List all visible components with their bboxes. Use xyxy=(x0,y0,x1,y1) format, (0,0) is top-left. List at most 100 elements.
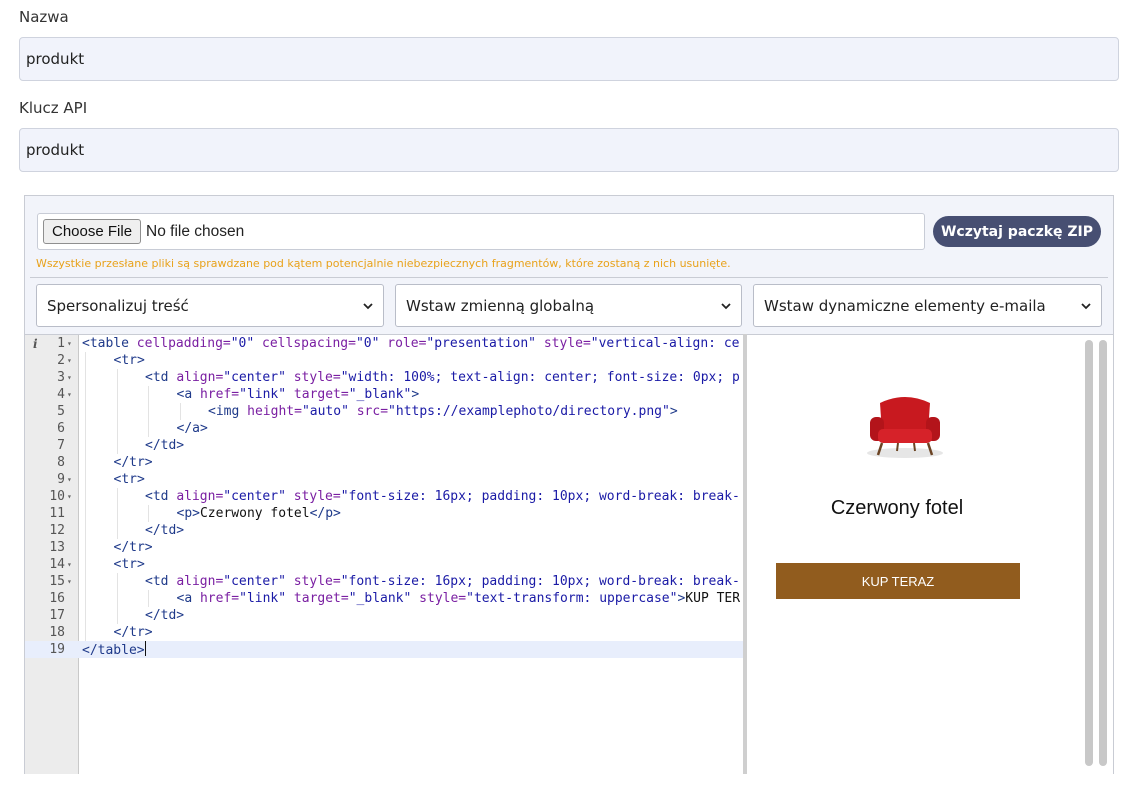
indent-guide xyxy=(85,607,86,624)
line-number: 18 xyxy=(49,625,65,640)
indent-guide xyxy=(85,556,86,573)
indent-guide xyxy=(85,471,86,488)
fold-arrow-icon[interactable]: ▾ xyxy=(67,556,77,573)
indent-guide xyxy=(116,607,118,624)
line-number: 15 xyxy=(49,574,65,589)
line-number: 11 xyxy=(49,506,65,521)
line-number: 17 xyxy=(49,608,65,623)
fold-arrow-icon[interactable]: ▾ xyxy=(67,488,77,505)
code-text: </a> xyxy=(176,421,208,436)
global-variable-select-value: Wstaw zmienną globalną xyxy=(406,296,595,315)
code-text: <td align="center" style="width: 100%; t… xyxy=(145,370,740,385)
indent-guide xyxy=(116,420,118,437)
fold-arrow-icon[interactable]: ▾ xyxy=(67,471,77,488)
code-line[interactable]: 9 ▾ <tr> xyxy=(25,471,743,488)
code-text: </table> xyxy=(82,641,147,658)
indent-guide xyxy=(85,573,86,590)
code-line[interactable]: 13 </tr> xyxy=(25,539,743,556)
indent-guide xyxy=(85,369,86,386)
code-text: </td> xyxy=(145,608,185,623)
indent-guide xyxy=(148,505,149,522)
preview-scrollbar[interactable] xyxy=(1085,340,1093,766)
indent-guide xyxy=(85,386,86,403)
code-line[interactable]: 6 </a> xyxy=(25,420,743,437)
fold-arrow-icon[interactable]: ▾ xyxy=(67,386,77,403)
indent-guide xyxy=(116,488,118,505)
indent-guide xyxy=(148,386,149,403)
api-key-label: Klucz API xyxy=(19,99,88,117)
fold-arrow-icon[interactable]: ▾ xyxy=(67,573,77,590)
indent-guide xyxy=(85,437,86,454)
file-input[interactable]: Choose File No file chosen xyxy=(37,213,925,250)
divider xyxy=(30,277,1108,278)
load-zip-button[interactable]: Wczytaj paczkę ZIP xyxy=(933,216,1101,247)
code-text: <p>Czerwony fotel</p> xyxy=(176,506,341,521)
code-line[interactable]: 5 <img height="auto" src="https://example… xyxy=(25,403,743,420)
indent-guide xyxy=(148,403,149,420)
line-number: 3 xyxy=(57,370,65,385)
chevron-down-icon xyxy=(363,302,373,309)
indent-guide xyxy=(85,505,86,522)
indent-guide xyxy=(85,420,86,437)
code-text: </td> xyxy=(145,438,185,453)
code-line[interactable]: 11 <p>Czerwony fotel</p> xyxy=(25,505,743,522)
dynamic-elements-select-value: Wstaw dynamiczne elementy e-maila xyxy=(764,296,1046,315)
email-preview: Czerwony fotel KUP TERAZ xyxy=(747,334,1113,774)
code-line[interactable]: 19 </table> xyxy=(25,641,743,658)
indent-guide xyxy=(85,403,86,420)
line-number: 14 xyxy=(49,557,65,572)
line-number: 10 xyxy=(49,489,65,504)
code-line[interactable]: 1 ▾ <table cellpadding="0" cellspacing="0"… xyxy=(25,335,743,352)
chevron-down-icon xyxy=(1081,302,1091,309)
indent-guide xyxy=(116,369,118,386)
no-file-text: No file chosen xyxy=(146,222,245,240)
code-text: </tr> xyxy=(113,625,153,640)
indent-guide xyxy=(116,522,118,539)
personalize-select[interactable]: Spersonalizuj treść xyxy=(36,284,384,327)
name-input[interactable]: produkt xyxy=(19,37,1119,81)
code-line[interactable]: 2 ▾ <tr> xyxy=(25,352,743,369)
code-line[interactable]: 16 <a href="link" target="_blank" style="… xyxy=(25,590,743,607)
indent-guide xyxy=(179,403,181,420)
fold-arrow-icon[interactable]: ▾ xyxy=(67,369,77,386)
code-text: </tr> xyxy=(113,455,153,470)
code-text: <td align="center" style="font-size: 16p… xyxy=(145,574,740,589)
indent-guide xyxy=(116,437,118,454)
code-line[interactable]: 7 </td> xyxy=(25,437,743,454)
code-line[interactable]: 14 ▾ <tr> xyxy=(25,556,743,573)
code-line[interactable]: 12 </td> xyxy=(25,522,743,539)
choose-file-button[interactable]: Choose File xyxy=(43,219,142,244)
line-number: 8 xyxy=(57,455,65,470)
code-text: <tr> xyxy=(113,557,145,572)
code-line[interactable]: 4 ▾ <a href="link" target="_blank"> xyxy=(25,386,743,403)
code-text: <tr> xyxy=(113,353,145,368)
chevron-down-icon xyxy=(721,302,731,309)
code-text: <img height="auto" src="https://examplep… xyxy=(208,404,678,419)
armchair-image xyxy=(867,397,943,458)
api-key-input[interactable]: produkt xyxy=(19,128,1119,172)
code-line[interactable]: 18 </tr> xyxy=(25,624,743,641)
personalize-select-value: Spersonalizuj treść xyxy=(47,296,189,315)
product-title: Czerwony fotel xyxy=(830,497,964,519)
code-line[interactable]: 3 ▾ <td align="center" style="width: 100%;… xyxy=(25,369,743,386)
line-number: 16 xyxy=(49,591,65,606)
indent-guide xyxy=(116,403,118,420)
code-text: </td> xyxy=(145,523,185,538)
code-editor[interactable]: i 1 ▾ <table cellpadding="0" cellspacing="… xyxy=(25,334,743,774)
code-line[interactable]: 15 ▾ <td align="center" style="font-size: … xyxy=(25,573,743,590)
code-line[interactable]: 8 </tr> xyxy=(25,454,743,471)
buy-now-button[interactable]: KUP TERAZ xyxy=(776,563,1020,599)
code-text: <a href="link" target="_blank" style="te… xyxy=(176,591,741,606)
preview-scrollbar-outer[interactable] xyxy=(1099,340,1107,766)
code-text: <table cellpadding="0" cellspacing="0" r… xyxy=(82,336,740,351)
code-line[interactable]: 10 ▾ <td align="center" style="font-size: … xyxy=(25,488,743,505)
dynamic-elements-select[interactable]: Wstaw dynamiczne elementy e-maila xyxy=(753,284,1102,327)
indent-guide xyxy=(148,420,149,437)
fold-arrow-icon[interactable]: ▾ xyxy=(67,335,77,352)
indent-guide xyxy=(116,573,118,590)
code-line[interactable]: 17 </td> xyxy=(25,607,743,624)
global-variable-select[interactable]: Wstaw zmienną globalną xyxy=(395,284,742,327)
fold-arrow-icon[interactable]: ▾ xyxy=(67,352,77,369)
line-number: 12 xyxy=(49,523,65,538)
code-text: <tr> xyxy=(113,472,145,487)
